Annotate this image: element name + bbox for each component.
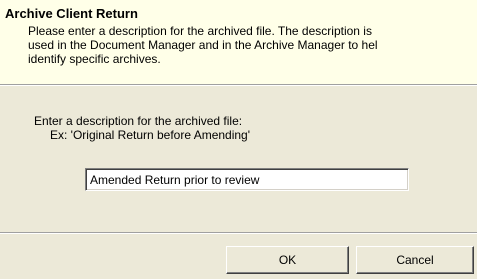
description-prompt-label: Enter a description for the archived fil… <box>34 114 243 128</box>
description-line: used in the Document Manager and in the … <box>28 38 378 52</box>
cancel-button[interactable]: Cancel <box>356 246 474 274</box>
ok-button[interactable]: OK <box>226 246 349 274</box>
description-line: Please enter a description for the archi… <box>28 24 372 38</box>
dialog-description: Please enter a description for the archi… <box>28 24 477 66</box>
header-divider-highlight <box>0 85 477 86</box>
dialog-title: Archive Client Return <box>5 6 138 21</box>
description-example-label: Ex: 'Original Return before Amending' <box>50 128 251 142</box>
archive-description-input[interactable] <box>85 168 409 191</box>
dialog-header: Archive Client Return Please enter a des… <box>0 0 477 84</box>
footer-divider-highlight <box>0 233 477 234</box>
description-line: identify specific archives. <box>28 52 161 66</box>
